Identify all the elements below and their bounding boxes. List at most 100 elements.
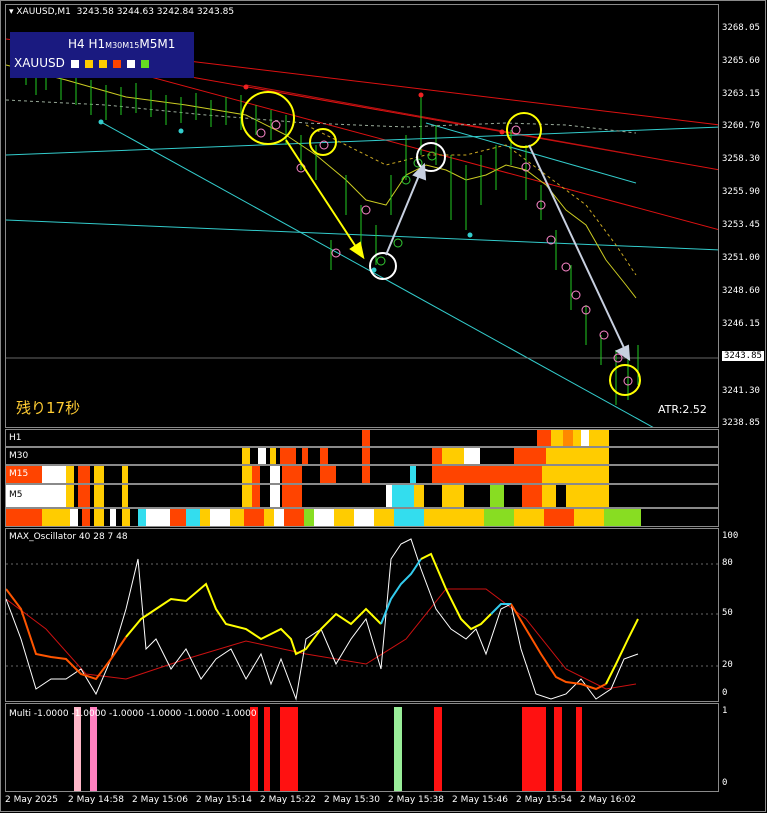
heat-cell xyxy=(270,448,276,464)
price-tick: 3248.60 xyxy=(722,286,760,296)
heat-cell xyxy=(432,448,442,464)
heat-cell xyxy=(566,485,609,507)
countdown-timer: 残り17秒 xyxy=(16,399,81,417)
m30-bar-pane: M30 xyxy=(5,447,719,465)
heat-cell xyxy=(604,509,641,526)
timeframe-labels: H4 H1M30M15M5M1 xyxy=(68,37,175,51)
time-tick: 2 May 15:30 xyxy=(324,795,380,805)
heat-cell xyxy=(537,430,551,446)
heat-cell xyxy=(270,466,280,483)
price-tick: 3265.60 xyxy=(722,56,760,66)
heat-cell xyxy=(42,509,70,526)
cyan-marker xyxy=(178,128,184,134)
price-tick: 3251.00 xyxy=(722,253,760,263)
heat-cell xyxy=(270,485,280,507)
heat-cell xyxy=(362,448,370,464)
heat-cell xyxy=(252,466,260,483)
heat-cell xyxy=(210,509,230,526)
heat-cell xyxy=(94,509,104,526)
heat-cell xyxy=(574,509,604,526)
time-tick: 2 May 15:46 xyxy=(452,795,508,805)
h1-status-square xyxy=(84,59,93,68)
cyan-line-3 xyxy=(6,219,718,251)
multi-title: Multi -1.0000 -1.0000 -1.0000 -1.0000 -1… xyxy=(9,709,257,719)
tf-h1-label: H1 xyxy=(88,37,106,51)
m15-status-square xyxy=(112,59,121,68)
cyan-line-2 xyxy=(100,121,654,427)
oscillator-pane[interactable]: MAX_Oscillator 40 28 7 48 xyxy=(5,528,719,702)
symbol-timeframe: XAUUSD,M1 xyxy=(16,7,71,17)
heat-cell xyxy=(551,430,563,446)
heat-cell xyxy=(573,430,581,446)
time-tick: 2 May 15:14 xyxy=(196,795,252,805)
heat-cell xyxy=(542,466,566,483)
heat-cell xyxy=(414,485,424,507)
tf-m15-label: M15 xyxy=(122,41,140,50)
red-marker xyxy=(418,92,424,98)
heat-cell xyxy=(442,485,464,507)
mtf-symbol-row: XAUUSD xyxy=(14,56,149,70)
heat-cell xyxy=(442,448,464,464)
cyan-marker xyxy=(98,119,104,125)
heat-cell xyxy=(410,466,416,483)
price-tick: 3255.90 xyxy=(722,187,760,197)
candles xyxy=(25,60,639,405)
heat-cell xyxy=(122,509,130,526)
price-tick: 3268.05 xyxy=(722,23,760,33)
osc-tick: 100 xyxy=(722,531,739,541)
multi-tick: 0 xyxy=(722,778,728,788)
heat-cell xyxy=(320,466,336,483)
osc-tick: 0 xyxy=(722,688,728,698)
heat-cell xyxy=(392,485,414,507)
heat-cell xyxy=(242,485,252,507)
price-pane[interactable]: ▾ XAUUSD,M1 3243.58 3244.63 3242.84 3243… xyxy=(5,4,719,428)
heat-cell xyxy=(522,485,542,507)
heat-cell xyxy=(566,466,609,483)
heat-cell xyxy=(394,509,424,526)
heat-cell xyxy=(320,448,328,464)
tf-m5-label: M5 xyxy=(139,37,158,51)
heat-cell xyxy=(362,430,370,446)
heat-cell xyxy=(334,509,354,526)
price-tick: 3246.15 xyxy=(722,319,760,329)
m5-bar-label: M5 xyxy=(9,490,23,500)
heat-cell xyxy=(6,509,42,526)
price-tick: 3238.85 xyxy=(722,418,760,428)
osc-yellow-line-2 xyxy=(420,552,492,631)
heat-cell xyxy=(244,509,264,526)
osc-orange-line-2 xyxy=(510,603,607,691)
osc-tick: 20 xyxy=(722,660,733,670)
heat-cell xyxy=(589,430,609,446)
heat-cell xyxy=(581,430,589,446)
osc-tick: 50 xyxy=(722,608,733,618)
heat-cell xyxy=(230,509,244,526)
heat-cell xyxy=(302,448,308,464)
heat-cell xyxy=(242,466,252,483)
heat-cell xyxy=(282,485,302,507)
m15-bar-pane: M15 xyxy=(5,465,719,484)
heat-cell xyxy=(484,509,514,526)
h1-bar-label: H1 xyxy=(9,433,22,443)
atr-value: ATR:2.52 xyxy=(658,403,707,416)
time-tick: 2 May 15:22 xyxy=(260,795,316,805)
m30-status-square xyxy=(98,59,107,68)
time-tick: 2 May 15:54 xyxy=(516,795,572,805)
osc-levels xyxy=(6,563,718,667)
heat-cell xyxy=(280,448,296,464)
h1-bar-pane: H1 xyxy=(5,429,719,447)
m30-bar-label: M30 xyxy=(9,451,29,461)
heat-cell xyxy=(146,509,170,526)
cyan-marker xyxy=(467,232,473,238)
heat-cell xyxy=(314,509,334,526)
heat-cell xyxy=(514,448,546,464)
heat-cell xyxy=(122,466,128,483)
multi-pane[interactable]: Multi -1.0000 -1.0000 -1.0000 -1.0000 -1… xyxy=(5,703,719,792)
yellow-arrow xyxy=(285,139,365,260)
heat-cell xyxy=(78,466,90,483)
heat-cell xyxy=(432,466,472,483)
heat-cell xyxy=(170,509,186,526)
price-tick: 3258.30 xyxy=(722,154,760,164)
m1-status-square xyxy=(140,59,149,68)
mtf-trend-panel: H4 H1M30M15M5M1 XAUUSD xyxy=(10,32,194,78)
heat-cell xyxy=(284,509,304,526)
